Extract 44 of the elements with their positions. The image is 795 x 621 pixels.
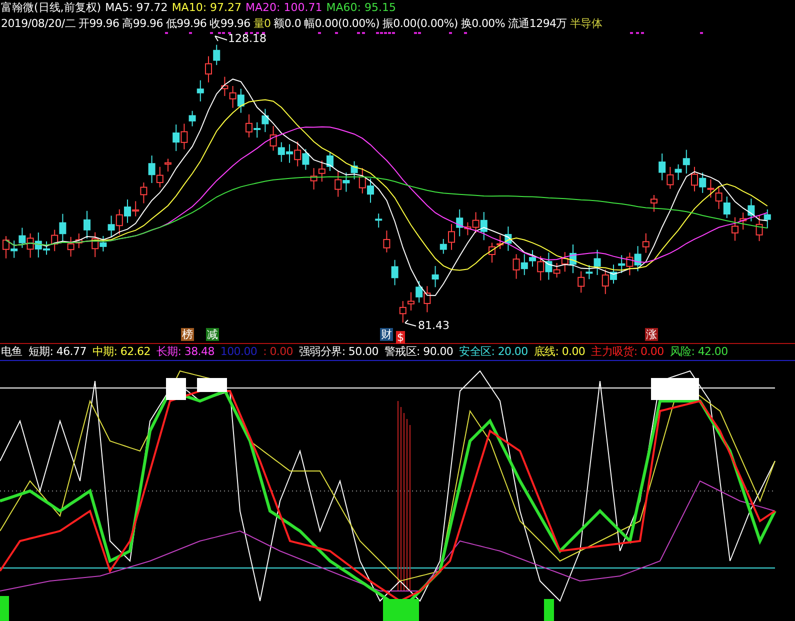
quote-value: 振0.00(0.00%) (382, 16, 458, 32)
price-label: 128.18 (228, 33, 266, 45)
indicator-value: 强弱分界: 50.00 (299, 344, 378, 360)
quote-value: 流通1294万 (508, 16, 567, 32)
pointer-arrow-icon (404, 320, 416, 326)
indicator-value: 主力吸货: 0.00 (591, 344, 664, 360)
quote-value: 低99.96 (166, 16, 207, 32)
moving-average-value: MA5: 97.72 (105, 0, 168, 16)
signal-bar (0, 596, 9, 621)
indicator-value: : 0.00 (263, 344, 294, 360)
moving-average-value: MA20: 100.71 (246, 0, 322, 16)
indicator-value: 中期: 62.62 (92, 344, 150, 360)
indicator-value: 长期: 38.48 (156, 344, 214, 360)
quote-value: 半导体 (570, 16, 602, 32)
quote-value: 开99.96 (78, 16, 120, 32)
quote-value: 额0.0 (274, 16, 302, 32)
indicator-value: 安全区: 20.00 (459, 344, 528, 360)
quote-value: 收99.96 (210, 16, 250, 32)
stock-title: 富翰微(日线,前复权) (1, 0, 102, 16)
signal-bar (544, 599, 554, 621)
quote-value: 量0 (253, 16, 271, 32)
event-tag: 财 (380, 328, 393, 341)
quote-value: 高99.96 (122, 16, 163, 32)
indicator-value: 警戒区: 90.00 (384, 344, 454, 360)
quote-value: 换0.00% (460, 16, 506, 32)
signal-block (166, 378, 186, 400)
signal-block (197, 378, 227, 392)
price-label: 81.43 (418, 320, 450, 332)
indicator-value: 底线: 0.00 (534, 344, 586, 360)
moving-average-value: MA10: 97.27 (172, 0, 242, 16)
quote-value: 幅0.00(0.00%) (304, 16, 380, 32)
moving-average-value: MA60: 95.15 (326, 0, 396, 16)
event-tag: 涨 (645, 328, 658, 341)
event-tag: $ (396, 331, 405, 344)
indicator-value: 100.00 (220, 344, 258, 360)
indicator-value: 风险: 42.00 (670, 344, 728, 360)
indicator-value: 短期: 46.77 (28, 344, 86, 360)
event-tag: 榜 (181, 328, 194, 341)
quote-value: 2019/08/20/二 (1, 16, 76, 32)
indicator-value: 电鱼 (1, 344, 22, 360)
pointer-arrow-icon (214, 36, 228, 42)
signal-block (651, 378, 699, 400)
event-tag: 减 (206, 328, 219, 341)
signal-bar (383, 599, 419, 621)
